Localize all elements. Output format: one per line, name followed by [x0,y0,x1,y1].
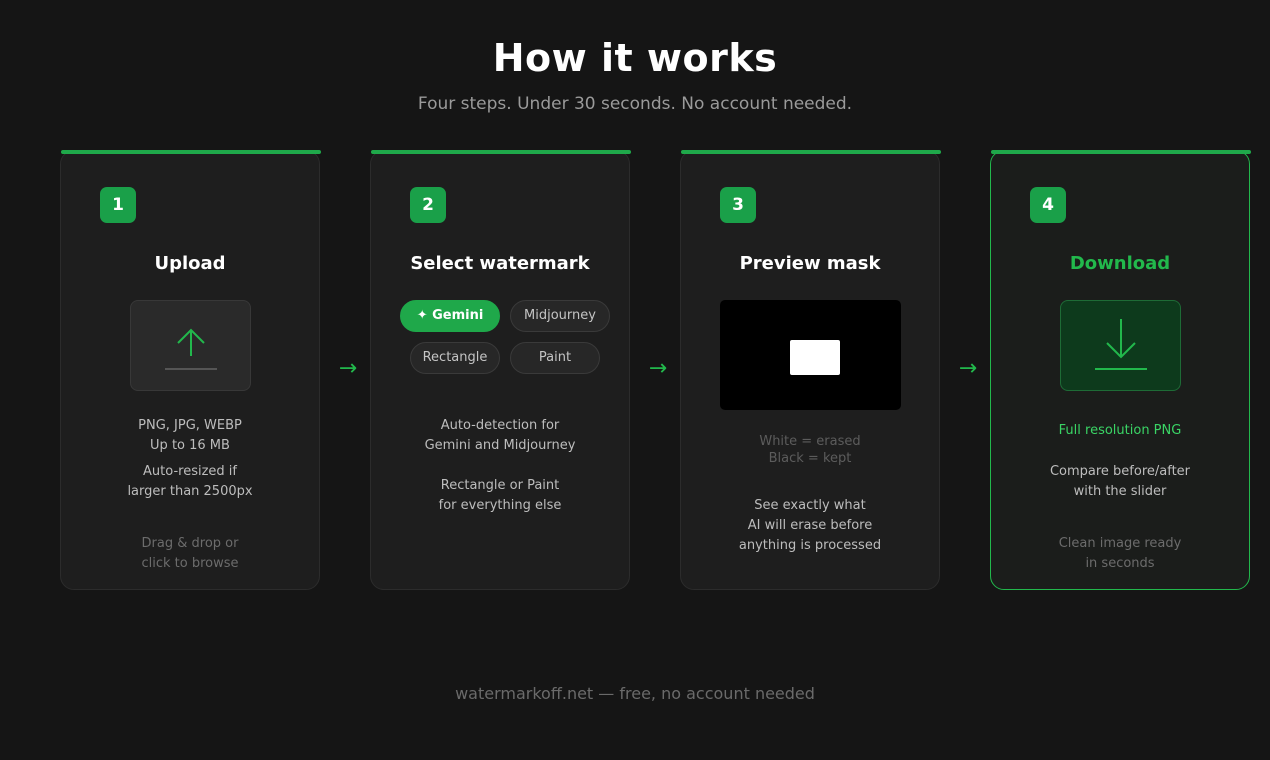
mask-legend-kept: Black = kept [768,451,852,466]
step-title: Preview mask [739,253,881,274]
download-button[interactable] [1060,300,1181,391]
step-title: Download [1069,253,1171,274]
step-number-badge: 1 [100,187,136,223]
description-text-3: Rectangle or Paint [440,478,560,493]
format-text: PNG, JPG, WEBP [138,418,242,433]
hint-text: Clean image ready [1058,536,1182,551]
option-midjourney-button[interactable]: Midjourney [510,300,610,332]
description-text: See exactly what [754,498,866,513]
mask-preview [720,300,901,410]
description-text-2: AI will erase before [747,518,873,533]
resize-text: Auto-resized if [143,464,237,479]
option-rectangle-button[interactable]: Rectangle [410,342,500,374]
option-paint-button[interactable]: Paint [510,342,600,374]
step-title: Select watermark [410,253,590,274]
card-accent-bar [991,150,1251,154]
step-title: Upload [154,253,226,274]
arrow-right-icon: → [338,356,358,381]
hint-text-2: in seconds [1085,556,1155,571]
step-number-badge: 3 [720,187,756,223]
download-icon [1095,319,1147,370]
description-text: Auto-detection for [440,418,560,433]
page-subtitle: Four steps. Under 30 seconds. No account… [417,94,853,114]
size-limit-text: Up to 16 MB [150,438,230,453]
footer-text: watermarkoff.net — free, no account need… [455,684,815,703]
page-title: How it works [492,36,778,80]
step-number-badge: 2 [410,187,446,223]
description-text-3: anything is processed [738,538,882,553]
step-card-download: 4 Download Full resolution PNG Compare b… [990,150,1251,590]
upload-icon [165,328,217,370]
description-text-2: with the slider [1073,484,1167,499]
step-card-preview-mask: 3 Preview mask White = erased Black = ke… [680,150,941,590]
mask-legend-erased: White = erased [759,434,861,449]
step-number-badge: 4 [1030,187,1066,223]
card-accent-bar [371,150,631,154]
highlight-text: Full resolution PNG [1058,423,1182,438]
card-accent-bar [681,150,941,154]
upload-dropzone[interactable] [130,300,251,391]
section-header: How it works Four steps. Under 30 second… [0,36,1270,114]
mask-erase-region [790,340,840,375]
arrow-right-icon: → [958,356,978,381]
option-gemini-button[interactable]: ✦ Gemini [400,300,500,332]
resize-text-2: larger than 2500px [127,484,253,499]
step-card-upload: 1 Upload PNG, JPG, WEBP Up to 16 MB Auto… [60,150,321,590]
dropzone-hint-2: click to browse [141,556,239,571]
dropzone-hint: Drag & drop or [141,536,239,551]
description-text-2: Gemini and Midjourney [424,438,576,453]
description-text-4: for everything else [438,498,562,513]
step-card-select-watermark: 2 Select watermark ✦ Gemini Midjourney R… [370,150,631,590]
arrow-right-icon: → [648,356,668,381]
card-accent-bar [61,150,321,154]
description-text: Compare before/after [1049,464,1191,479]
